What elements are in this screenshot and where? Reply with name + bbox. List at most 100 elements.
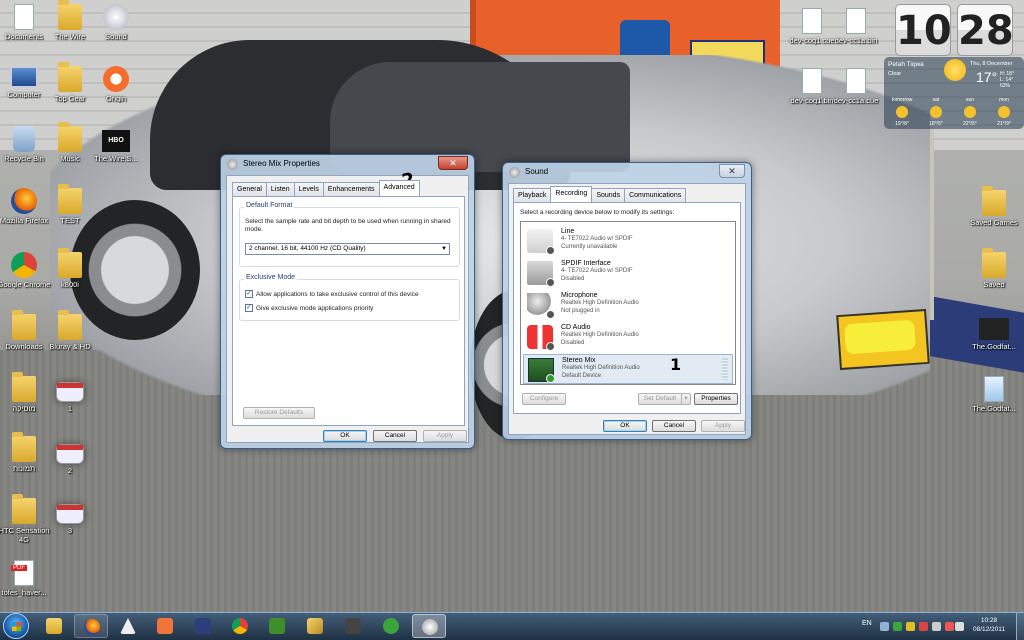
ok-button[interactable]: OK — [603, 420, 647, 432]
tab-levels[interactable]: Levels — [293, 182, 324, 196]
taskbar-media-player[interactable] — [111, 614, 145, 638]
clock-gadget[interactable]: 10 28 — [895, 4, 1015, 56]
recording-tab-page: Select a recording device below to modif… — [513, 202, 741, 414]
close-button[interactable]: ✕ — [438, 156, 468, 170]
set-default-dropdown-icon[interactable]: ▾ — [681, 393, 691, 405]
desktop-icon-saved[interactable]: Saved — [964, 248, 1024, 289]
taskbar-firefox[interactable] — [74, 614, 108, 638]
allow-exclusive-checkbox[interactable]: ✓ Allow applications to take exclusive c… — [245, 290, 419, 298]
folder-icon — [58, 310, 82, 340]
taskbar-chrome[interactable] — [223, 614, 257, 638]
tab-recording[interactable]: Recording — [550, 186, 593, 202]
desktop-icon-godfather-2[interactable]: The.Godfat... — [964, 376, 1024, 413]
tray-network-icon[interactable] — [932, 622, 941, 631]
pdf-icon — [11, 560, 34, 586]
title-bar[interactable]: Sound ✕ — [503, 163, 751, 183]
folder-icon — [58, 122, 82, 152]
taskbar-explorer[interactable] — [37, 614, 71, 638]
desktop-icon-tofes-pdf[interactable]: tofes_haver... — [0, 560, 54, 597]
computer-icon — [10, 66, 38, 88]
advanced-tab-page: Default Format Select the sample rate an… — [232, 196, 465, 426]
cancel-button[interactable]: Cancel — [652, 420, 696, 432]
instruction-text: Select a recording device below to modif… — [520, 209, 675, 216]
sample-rate-select[interactable]: 2 channel, 16 bit, 44100 Hz (CD Quality)… — [245, 243, 450, 255]
level-meter — [722, 358, 728, 380]
desktop-icon-3[interactable]: 3 — [40, 504, 100, 535]
tab-playback[interactable]: Playback — [513, 188, 552, 202]
apply-button[interactable]: Apply — [701, 420, 745, 432]
desktop-icon-the-wire-video[interactable]: HBO The.Wire.S... — [86, 130, 146, 163]
desktop-icon-2[interactable]: 2 — [40, 444, 100, 475]
weather-gadget[interactable]: Petah Tiqwa Clear Thu, 8 December 17° H:… — [884, 57, 1024, 129]
taskbar-pencil[interactable] — [298, 614, 332, 638]
taskbar-app-green[interactable] — [260, 614, 294, 638]
stereo-mix-properties-window[interactable]: Stereo Mix Properties ✕ General Listen L… — [220, 154, 475, 449]
dropdown-arrow-icon: ▼ — [441, 246, 447, 252]
desktop-icon-bluray[interactable]: Bluray & HD — [40, 310, 100, 351]
tab-enhancements[interactable]: Enhancements — [322, 182, 380, 196]
clock-minute: 28 — [957, 4, 1014, 56]
explorer-icon — [46, 618, 62, 634]
media-player-icon — [120, 618, 136, 634]
close-button[interactable]: ✕ — [719, 164, 745, 178]
set-default-button[interactable]: Set Default — [638, 393, 682, 405]
desktop-icon-godfather-1[interactable]: The.Godfat... — [964, 318, 1024, 351]
taskbar-sound-control[interactable] — [412, 614, 446, 638]
tab-general[interactable]: General — [232, 182, 267, 196]
title-bar[interactable]: Stereo Mix Properties ✕ — [221, 155, 474, 175]
tray-flag-icon[interactable] — [945, 622, 954, 631]
desktop-icon-dev-cc1a-cue[interactable]: dev-cc1a.cue — [826, 68, 886, 105]
folder-icon — [12, 432, 36, 462]
sun-icon — [964, 106, 976, 118]
ok-button[interactable]: OK — [323, 430, 367, 442]
taskbar-utorrent[interactable] — [374, 614, 408, 638]
device-line[interactable]: Line 4- TE7022 Audio w/ SPDIF Currently u… — [523, 226, 733, 256]
wallpaper-plate-blur — [844, 319, 916, 355]
tray-app-icon[interactable] — [906, 622, 915, 631]
tray-chevron-icon[interactable] — [880, 622, 889, 631]
restore-defaults-button[interactable]: Restore Defaults — [243, 407, 315, 419]
start-button[interactable] — [3, 613, 29, 639]
default-device-check-icon — [546, 374, 555, 383]
tab-advanced[interactable]: Advanced — [378, 180, 420, 196]
tab-sounds[interactable]: Sounds — [591, 188, 626, 202]
apply-button[interactable]: Apply — [423, 430, 467, 442]
taskbar-mail[interactable] — [148, 614, 182, 638]
taskbar-clock[interactable]: 10:28 08/12/2011 — [964, 616, 1014, 634]
tab-listen[interactable]: Listen — [265, 182, 295, 196]
language-indicator[interactable]: EN — [862, 620, 872, 627]
tray-utorrent-icon[interactable] — [893, 622, 902, 631]
default-format-description: Select the sample rate and bit depth to … — [245, 218, 451, 233]
desktop-icon-origin[interactable]: Origin — [86, 66, 146, 103]
weather-city: Petah Tiqwa — [888, 61, 924, 68]
desktop-icon-sound[interactable]: Sound — [86, 4, 146, 41]
folder-icon — [982, 248, 1006, 278]
tray-alert-icon[interactable] — [919, 622, 928, 631]
window-thumbnail-icon — [56, 504, 84, 524]
sound-window[interactable]: Sound ✕ Playback Recording Sounds Commun… — [502, 162, 752, 440]
properties-button[interactable]: Properties — [694, 393, 738, 405]
tray-volume-icon[interactable] — [955, 622, 964, 631]
desktop-icon-k800i[interactable]: k800i — [40, 248, 100, 289]
exclusive-mode-label: Exclusive Mode — [244, 274, 298, 281]
cancel-button[interactable]: Cancel — [373, 430, 417, 442]
device-stereo-mix[interactable]: Stereo Mix Realtek High Definition Audio… — [523, 354, 733, 384]
desktop-icon-1[interactable]: 1 — [40, 382, 100, 413]
desktop-icon-dev-cc1a-bin[interactable]: dev-cc1a.bin — [826, 8, 886, 45]
configure-button[interactable]: Configure — [522, 393, 566, 405]
weather-date: Thu, 8 December — [970, 61, 1013, 67]
device-microphone[interactable]: Microphone Realtek High Definition Audio… — [523, 290, 733, 320]
exclusive-priority-checkbox[interactable]: ✓ Give exclusive mode applications prior… — [245, 304, 373, 312]
status-unavailable-icon — [546, 246, 555, 255]
speaker-icon — [509, 167, 520, 178]
taskbar-speaker[interactable] — [336, 614, 370, 638]
desktop-icon-saved-games[interactable]: Saved Games — [964, 186, 1024, 227]
device-cd-audio[interactable]: CD Audio Realtek High Definition Audio Di… — [523, 322, 733, 352]
tab-communications[interactable]: Communications — [624, 188, 687, 202]
desktop-icon-test[interactable]: TEST — [40, 184, 100, 225]
taskbar-media-classic[interactable] — [186, 614, 220, 638]
device-spdif-interface[interactable]: SPDIF Interface 4- TE7022 Audio w/ SPDIF… — [523, 258, 733, 288]
show-desktop-button[interactable] — [1016, 613, 1024, 640]
recording-device-list[interactable]: Line 4- TE7022 Audio w/ SPDIF Currently u… — [520, 221, 736, 385]
folder-icon — [982, 186, 1006, 216]
